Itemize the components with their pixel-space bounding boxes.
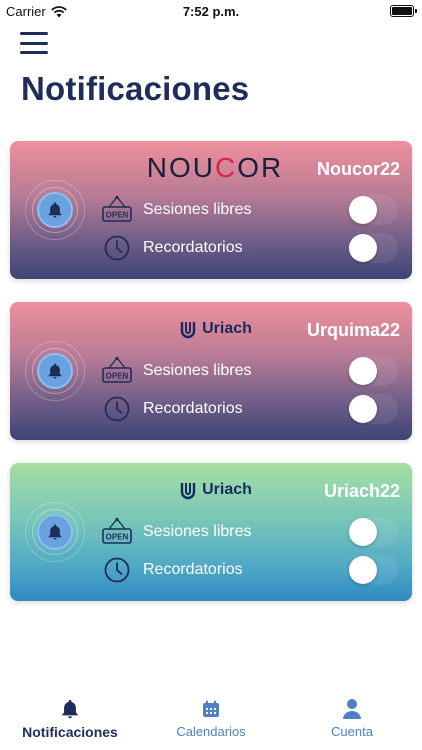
card-title: Uriach22 — [323, 481, 400, 501]
company-card-urquima: Uriach Urquima22 OPEN Sesiones libres Re… — [10, 302, 412, 440]
row-label: Recordatorios — [143, 561, 243, 578]
tab-label: Calendarios — [176, 724, 246, 739]
tab-notificaciones[interactable]: Notificaciones — [0, 696, 140, 740]
svg-text:OPEN: OPEN — [106, 533, 129, 542]
row-label: Recordatorios — [143, 400, 243, 417]
uriach-logo: Uriach — [140, 312, 290, 346]
tab-label: Notificaciones — [22, 724, 118, 740]
open-sign-icon: OPEN — [100, 194, 134, 226]
sesiones-libres-toggle[interactable] — [348, 517, 398, 547]
uriach-logo: Uriach — [140, 473, 290, 507]
sesiones-libres-toggle[interactable] — [348, 356, 398, 386]
bell-icon — [62, 699, 78, 719]
person-icon — [343, 699, 361, 719]
tab-cuenta[interactable]: Cuenta — [282, 696, 422, 739]
svg-text:OPEN: OPEN — [106, 372, 129, 381]
menu-line — [20, 32, 48, 35]
bell-badge — [25, 341, 85, 401]
row-label: Sesiones libres — [143, 362, 252, 379]
company-card-uriach: Uriach Uriach22 OPEN Sesiones libres Rec… — [10, 463, 412, 601]
clock-icon — [100, 393, 134, 425]
row-label: Recordatorios — [143, 239, 243, 256]
bell-icon — [48, 363, 62, 379]
row-recordatorios: Recordatorios — [100, 554, 400, 586]
bell-badge — [25, 502, 85, 562]
bottom-tab-bar: Notificaciones Calendarios Cuenta — [0, 690, 422, 750]
menu-line — [20, 51, 48, 54]
open-sign-icon: OPEN — [100, 355, 134, 387]
uriach-logo-text: Uriach — [202, 481, 252, 498]
row-recordatorios: Recordatorios — [100, 232, 400, 264]
tab-calendarios[interactable]: Calendarios — [141, 696, 281, 739]
hamburger-menu-button[interactable] — [20, 32, 48, 54]
card-title: Noucor22 — [316, 159, 400, 179]
row-recordatorios: Recordatorios — [100, 393, 400, 425]
status-bar: Carrier 7:52 p.m. — [0, 0, 422, 24]
uriach-logo-text: Uriach — [202, 320, 252, 337]
page-title: Notificaciones — [21, 70, 250, 107]
company-card-noucor: NOUCOR Noucor22 OPEN Sesiones libres Rec… — [10, 141, 412, 279]
calendar-icon — [203, 700, 219, 717]
battery-icon — [390, 5, 417, 17]
uriach-logo-icon — [180, 322, 196, 339]
recordatorios-toggle[interactable] — [348, 233, 398, 263]
svg-text:OPEN: OPEN — [106, 211, 129, 220]
row-sesiones-libres: OPEN Sesiones libres — [100, 516, 400, 548]
noucor-logo: NOUCOR — [140, 151, 290, 185]
noucor-logo-text: NOUCOR — [146, 152, 284, 183]
clock-icon — [100, 554, 134, 586]
row-label: Sesiones libres — [143, 201, 252, 218]
uriach-logo-icon — [180, 483, 196, 500]
bell-badge — [25, 180, 85, 240]
sesiones-libres-toggle[interactable] — [348, 195, 398, 225]
clock-icon — [100, 232, 134, 264]
menu-line — [20, 41, 48, 45]
bell-icon — [48, 524, 62, 540]
row-sesiones-libres: OPEN Sesiones libres — [100, 194, 400, 226]
open-sign-icon: OPEN — [100, 516, 134, 548]
row-label: Sesiones libres — [143, 523, 252, 540]
tab-label: Cuenta — [331, 724, 373, 739]
clock-time: 7:52 p.m. — [182, 4, 240, 19]
row-sesiones-libres: OPEN Sesiones libres — [100, 355, 400, 387]
bell-icon — [48, 202, 62, 218]
recordatorios-toggle[interactable] — [348, 394, 398, 424]
recordatorios-toggle[interactable] — [348, 555, 398, 585]
card-title: Urquima22 — [306, 320, 400, 340]
